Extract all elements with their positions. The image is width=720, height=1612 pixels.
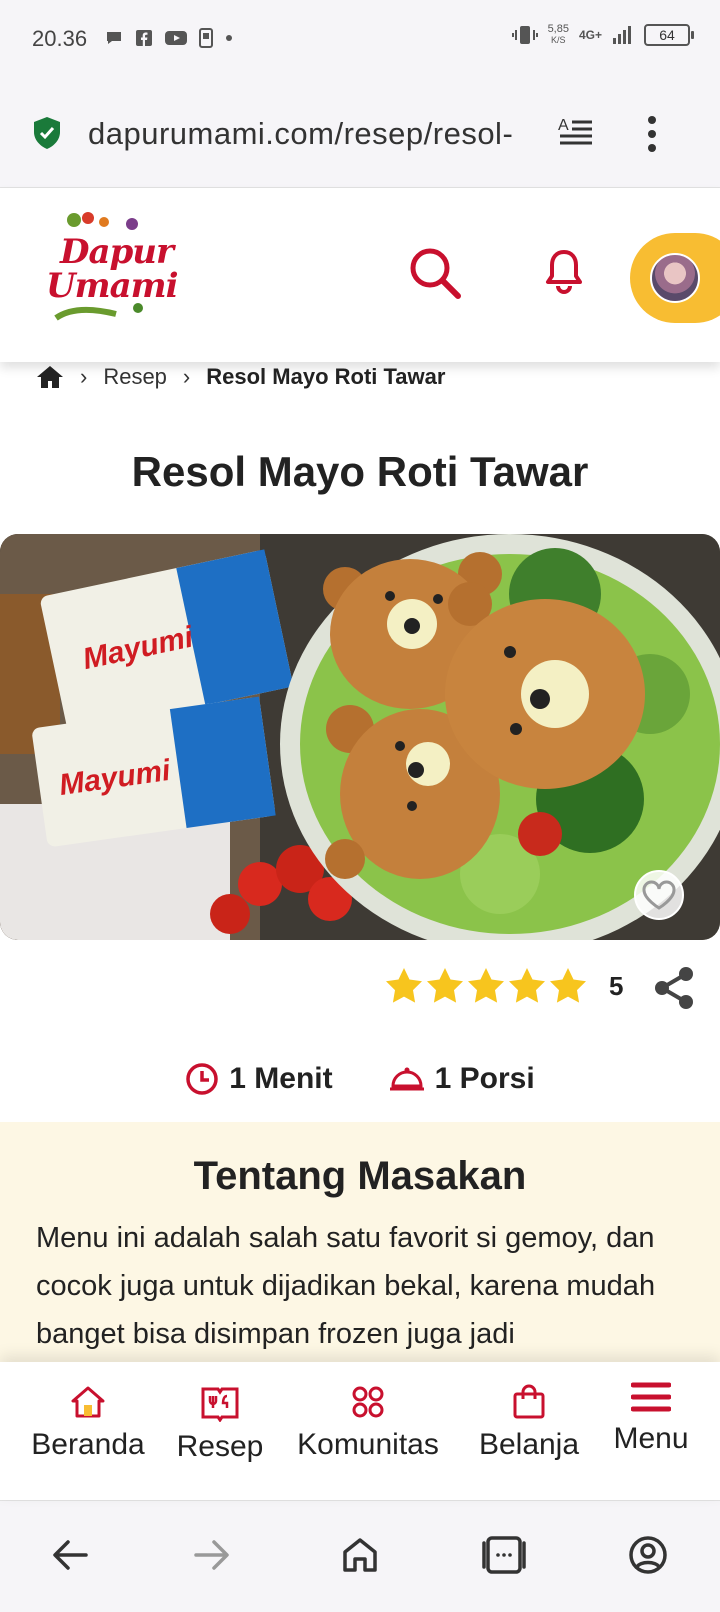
home-icon[interactable] xyxy=(36,364,64,390)
nav-item-belanja[interactable]: Belanja xyxy=(466,1384,592,1462)
recipe-book-icon xyxy=(201,1387,239,1422)
bell-icon[interactable] xyxy=(544,248,584,294)
app-icon xyxy=(199,28,213,48)
status-bar: 20.36 5,85 K/S 4G+ 64 xyxy=(0,0,720,80)
about-section: Tentang Masakan Menu ini adalah salah sa… xyxy=(0,1122,720,1362)
recipe-hero-image: Mayumi Mayumi xyxy=(0,534,720,940)
nav-item-resep[interactable]: Resep xyxy=(170,1384,270,1464)
tabs-button[interactable] xyxy=(480,1531,528,1579)
status-time: 20.36 xyxy=(32,26,88,51)
reader-mode-icon[interactable]: A xyxy=(558,116,594,150)
clock-icon xyxy=(186,1063,219,1095)
recipe-rating: 5 xyxy=(384,966,623,1006)
community-icon xyxy=(352,1386,384,1418)
breadcrumb: › Resep › Resol Mayo Roti Tawar xyxy=(36,362,445,392)
serving-dish-icon xyxy=(389,1067,424,1091)
nav-item-menu[interactable]: Menu xyxy=(598,1380,704,1456)
chat-bubble-icon xyxy=(107,32,121,44)
nav-label: Komunitas xyxy=(297,1428,439,1461)
site-header: Dapur Umami xyxy=(0,188,720,362)
chevron-right-icon: › xyxy=(80,364,88,389)
home-icon xyxy=(71,1386,105,1418)
nav-label: Belanja xyxy=(478,1428,580,1461)
account-button[interactable] xyxy=(624,1531,672,1579)
servings-text: 1 Porsi xyxy=(434,1062,535,1095)
favorite-button[interactable] xyxy=(634,870,684,920)
search-icon[interactable] xyxy=(408,246,462,300)
star-icon xyxy=(386,968,422,1003)
dot-icon xyxy=(226,35,232,41)
network-type: 4G+ xyxy=(578,28,602,42)
url-field[interactable]: dapurumami.com/resep/resol- xyxy=(88,116,548,152)
forward-button[interactable] xyxy=(188,1531,236,1579)
star-icon xyxy=(468,968,504,1003)
star-icon xyxy=(550,968,586,1003)
net-speed: 5,85 K/S xyxy=(548,24,569,46)
nav-label: Resep xyxy=(176,1430,264,1463)
back-button[interactable] xyxy=(46,1531,94,1579)
star-icon xyxy=(427,968,463,1003)
account-icon xyxy=(629,1536,667,1574)
nav-label: Beranda xyxy=(31,1428,145,1461)
hamburger-menu-icon xyxy=(631,1382,671,1412)
star-icon xyxy=(509,968,545,1003)
svg-text:A: A xyxy=(558,117,569,134)
nav-label: Menu xyxy=(613,1422,689,1455)
signal-icon xyxy=(613,26,631,44)
battery-indicator: 64 xyxy=(644,24,694,46)
home-outline-icon xyxy=(343,1538,377,1572)
servings-info: 1 Porsi xyxy=(389,1062,535,1096)
arrow-right-icon xyxy=(194,1540,229,1570)
recipe-meta: 1 Menit 1 Porsi xyxy=(0,1062,720,1096)
logo-text-bottom: Umami xyxy=(46,266,179,306)
vibrate-icon xyxy=(511,26,538,44)
net-speed-value: 5,85 xyxy=(547,23,569,35)
duration-text: 1 Menit xyxy=(229,1062,333,1095)
profile-button[interactable] xyxy=(630,233,720,323)
facebook-icon xyxy=(136,30,152,46)
avatar xyxy=(650,253,700,303)
tabs-icon xyxy=(482,1536,526,1574)
chevron-right-icon: › xyxy=(182,364,191,389)
notification-icons xyxy=(104,28,234,48)
nav-item-komunitas[interactable]: Komunitas xyxy=(288,1384,448,1462)
arrow-left-icon xyxy=(53,1540,88,1570)
share-icon[interactable] xyxy=(652,966,696,1010)
more-options-icon[interactable] xyxy=(642,114,662,154)
nav-item-beranda[interactable]: Beranda xyxy=(28,1384,148,1462)
breadcrumb-item-resep[interactable]: Resep xyxy=(103,364,167,390)
about-title: Tentang Masakan xyxy=(193,1154,527,1198)
breadcrumb-item-current: Resol Mayo Roti Tawar xyxy=(206,364,446,389)
shopping-bag-icon xyxy=(513,1384,545,1419)
bottom-navigation: Beranda Resep Komunitas Belanja Menu xyxy=(0,1362,720,1500)
secure-shield-icon[interactable] xyxy=(32,116,62,150)
page-title: Resol Mayo Roti Tawar xyxy=(131,448,589,495)
heart-icon xyxy=(642,880,676,910)
food-photo: Mayumi Mayumi xyxy=(0,534,720,940)
browser-toolbar xyxy=(0,1500,720,1612)
browser-home-button[interactable] xyxy=(336,1531,384,1579)
about-text: Menu ini adalah salah satu favorit si ge… xyxy=(36,1222,656,1350)
browser-address-bar: dapurumami.com/resep/resol- A xyxy=(0,80,720,188)
duration-info: 1 Menit xyxy=(185,1062,333,1096)
youtube-icon xyxy=(165,31,187,45)
rating-value: 5 xyxy=(609,970,624,1001)
system-icons: 5,85 K/S 4G+ 64 xyxy=(511,24,694,46)
net-speed-unit: K/S xyxy=(551,35,566,45)
site-logo[interactable]: Dapur Umami xyxy=(44,210,179,330)
